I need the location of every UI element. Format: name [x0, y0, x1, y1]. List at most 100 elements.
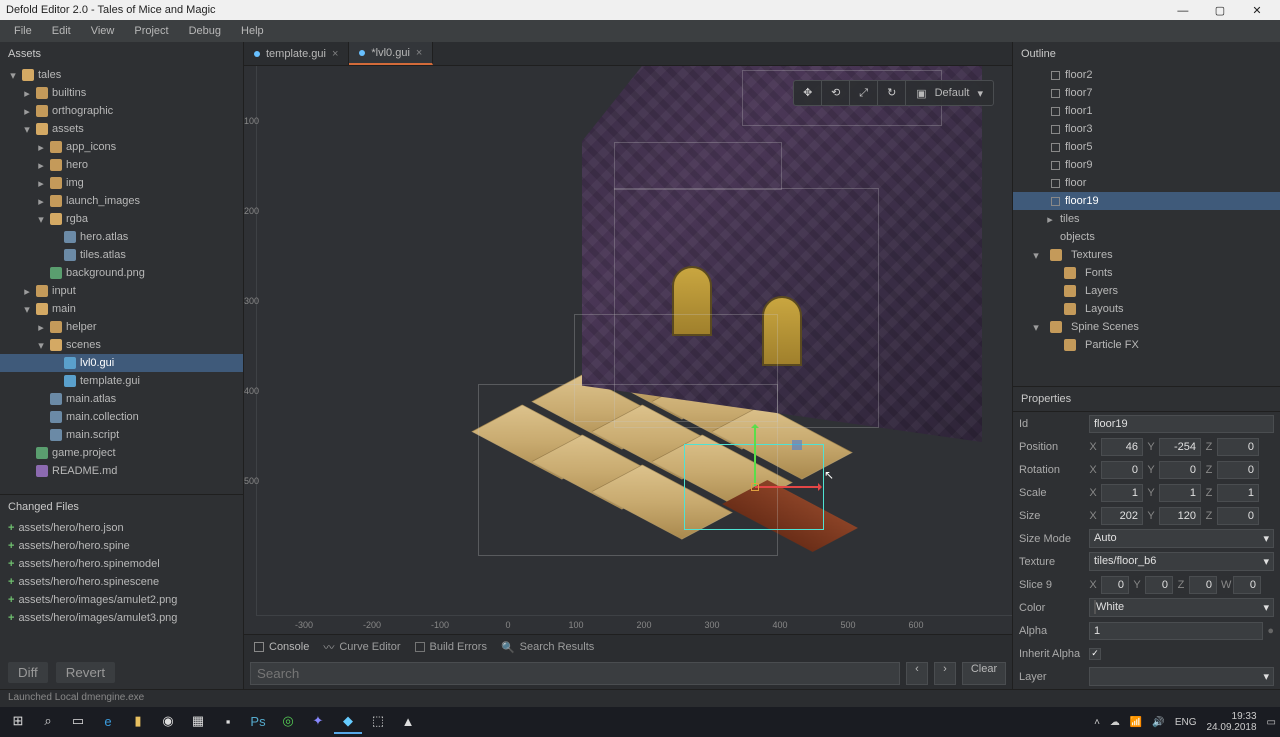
layer-select[interactable]: ▾ [1089, 667, 1274, 686]
tree-row[interactable]: ▸hero [0, 156, 243, 174]
outline-row[interactable]: floor5 [1013, 138, 1280, 156]
editor-tab[interactable]: template.gui× [244, 42, 349, 65]
outline-row[interactable]: Layers [1013, 282, 1280, 300]
tree-row[interactable]: ▸helper [0, 318, 243, 336]
scale-z-input[interactable] [1217, 484, 1259, 502]
changed-file-row[interactable]: +assets/hero/hero.spinemodel [0, 555, 243, 573]
tool-move-icon[interactable]: ✥ [794, 81, 822, 105]
tab-search-results[interactable]: 🔍Search Results [501, 641, 594, 654]
tree-row[interactable]: ▾tales [0, 66, 243, 84]
menu-view[interactable]: View [83, 22, 123, 40]
terminal-icon[interactable]: ▪ [214, 710, 242, 734]
menu-project[interactable]: Project [126, 22, 176, 40]
tree-row[interactable]: ▸app_icons [0, 138, 243, 156]
rot-z-input[interactable] [1217, 461, 1259, 479]
scale-y-input[interactable] [1159, 484, 1201, 502]
tree-row[interactable]: ▸input [0, 282, 243, 300]
tree-row[interactable]: ▸orthographic [0, 102, 243, 120]
search-prev-button[interactable]: ‹ [906, 662, 928, 685]
close-icon[interactable]: × [416, 47, 422, 59]
rot-x-input[interactable] [1101, 461, 1143, 479]
outline-row[interactable]: ▾Spine Scenes [1013, 318, 1280, 336]
tree-row[interactable]: ▾main [0, 300, 243, 318]
inherit-alpha-checkbox[interactable]: ✓ [1089, 648, 1101, 660]
size-z-input[interactable] [1217, 507, 1259, 525]
changed-file-row[interactable]: +assets/hero/images/amulet2.png [0, 591, 243, 609]
menu-debug[interactable]: Debug [181, 22, 229, 40]
app2-icon[interactable]: ✦ [304, 710, 332, 734]
diff-button[interactable]: Diff [8, 662, 48, 683]
tree-row[interactable]: ▾scenes [0, 336, 243, 354]
tree-row[interactable]: main.collection [0, 408, 243, 426]
photoshop-icon[interactable]: Ps [244, 710, 272, 734]
outline-row[interactable]: floor [1013, 174, 1280, 192]
alpha-slider-icon[interactable]: ● [1267, 625, 1274, 637]
edge-icon[interactable]: e [94, 710, 122, 734]
alpha-input[interactable] [1089, 622, 1263, 640]
explorer-icon[interactable]: ▮ [124, 710, 152, 734]
search-icon[interactable]: ⌕ [34, 710, 62, 734]
tray-time[interactable]: 19:33 [1232, 711, 1257, 722]
tree-row[interactable]: main.atlas [0, 390, 243, 408]
app4-icon[interactable]: ▲ [394, 710, 422, 734]
app3-icon[interactable]: ⬚ [364, 710, 392, 734]
tree-row[interactable]: ▾rgba [0, 210, 243, 228]
tray-wifi-icon[interactable]: 📶 [1130, 717, 1142, 728]
defold-icon[interactable]: ◆ [334, 710, 362, 734]
tree-row[interactable]: template.gui [0, 372, 243, 390]
changed-file-row[interactable]: +assets/hero/images/amulet3.png [0, 609, 243, 627]
pos-y-input[interactable] [1159, 438, 1201, 456]
tree-row[interactable]: ▾assets [0, 120, 243, 138]
scale-x-input[interactable] [1101, 484, 1143, 502]
tab-console[interactable]: Console [254, 641, 309, 653]
outline-row[interactable]: floor19 [1013, 192, 1280, 210]
camera-label[interactable]: Default [935, 87, 970, 99]
size-mode-select[interactable]: Auto ▾ [1089, 529, 1274, 548]
start-menu-icon[interactable]: ⊞ [4, 710, 32, 734]
gizmo-y-axis[interactable] [754, 426, 756, 486]
task-view-icon[interactable]: ▭ [64, 710, 92, 734]
texture-select[interactable]: tiles/floor_b6 ▾ [1089, 552, 1274, 571]
prop-id-input[interactable] [1089, 415, 1274, 433]
outline-row[interactable]: Layouts [1013, 300, 1280, 318]
tray-date[interactable]: 24.09.2018 [1206, 722, 1256, 733]
outline-row[interactable]: floor1 [1013, 102, 1280, 120]
close-icon[interactable]: × [332, 48, 338, 60]
editor-tab[interactable]: *lvl0.gui× [349, 42, 433, 65]
changed-file-row[interactable]: +assets/hero/hero.spinescene [0, 573, 243, 591]
tree-row[interactable]: game.project [0, 444, 243, 462]
outline-row[interactable]: floor9 [1013, 156, 1280, 174]
tray-notif-icon[interactable]: ▭ [1267, 717, 1276, 728]
app-icon[interactable]: ◎ [274, 710, 302, 734]
tree-row[interactable]: background.png [0, 264, 243, 282]
tree-row[interactable]: README.md [0, 462, 243, 480]
outline-row[interactable]: ▾Textures [1013, 246, 1280, 264]
calc-icon[interactable]: ▦ [184, 710, 212, 734]
tree-row[interactable]: ▸builtins [0, 84, 243, 102]
pos-z-input[interactable] [1217, 438, 1259, 456]
chrome-icon[interactable]: ◉ [154, 710, 182, 734]
outline-row[interactable]: Fonts [1013, 264, 1280, 282]
tree-row[interactable]: ▸launch_images [0, 192, 243, 210]
tray-cloud-icon[interactable]: ☁ [1110, 717, 1120, 728]
gizmo-x-axis[interactable] [755, 486, 820, 488]
outline-tree[interactable]: floor2floor7floor1floor3floor5floor9floo… [1013, 66, 1280, 386]
tab-build-errors[interactable]: Build Errors [415, 641, 487, 653]
search-clear-button[interactable]: Clear [962, 662, 1006, 685]
window-close-icon[interactable]: ✕ [1240, 4, 1274, 17]
size-y-input[interactable] [1159, 507, 1201, 525]
tool-scale-icon[interactable]: ⤢ [850, 81, 878, 105]
gizmo-xy-plane[interactable] [792, 440, 802, 450]
scene-viewport[interactable]: ↖ 100 200 300 400 500 -300-200-100010020… [244, 66, 1012, 634]
changed-file-row[interactable]: +assets/hero/hero.json [0, 519, 243, 537]
tool-rotate-icon[interactable]: ⟲ [822, 81, 850, 105]
tree-row[interactable]: main.script [0, 426, 243, 444]
outline-row[interactable]: floor3 [1013, 120, 1280, 138]
gizmo-origin[interactable] [751, 483, 759, 491]
tree-row[interactable]: ▸img [0, 174, 243, 192]
console-search-input[interactable] [250, 662, 900, 685]
camera-dropdown-icon[interactable]: ▾ [977, 87, 983, 100]
tool-refresh-icon[interactable]: ↻ [878, 81, 906, 105]
size-x-input[interactable] [1101, 507, 1143, 525]
outline-row[interactable]: floor2 [1013, 66, 1280, 84]
